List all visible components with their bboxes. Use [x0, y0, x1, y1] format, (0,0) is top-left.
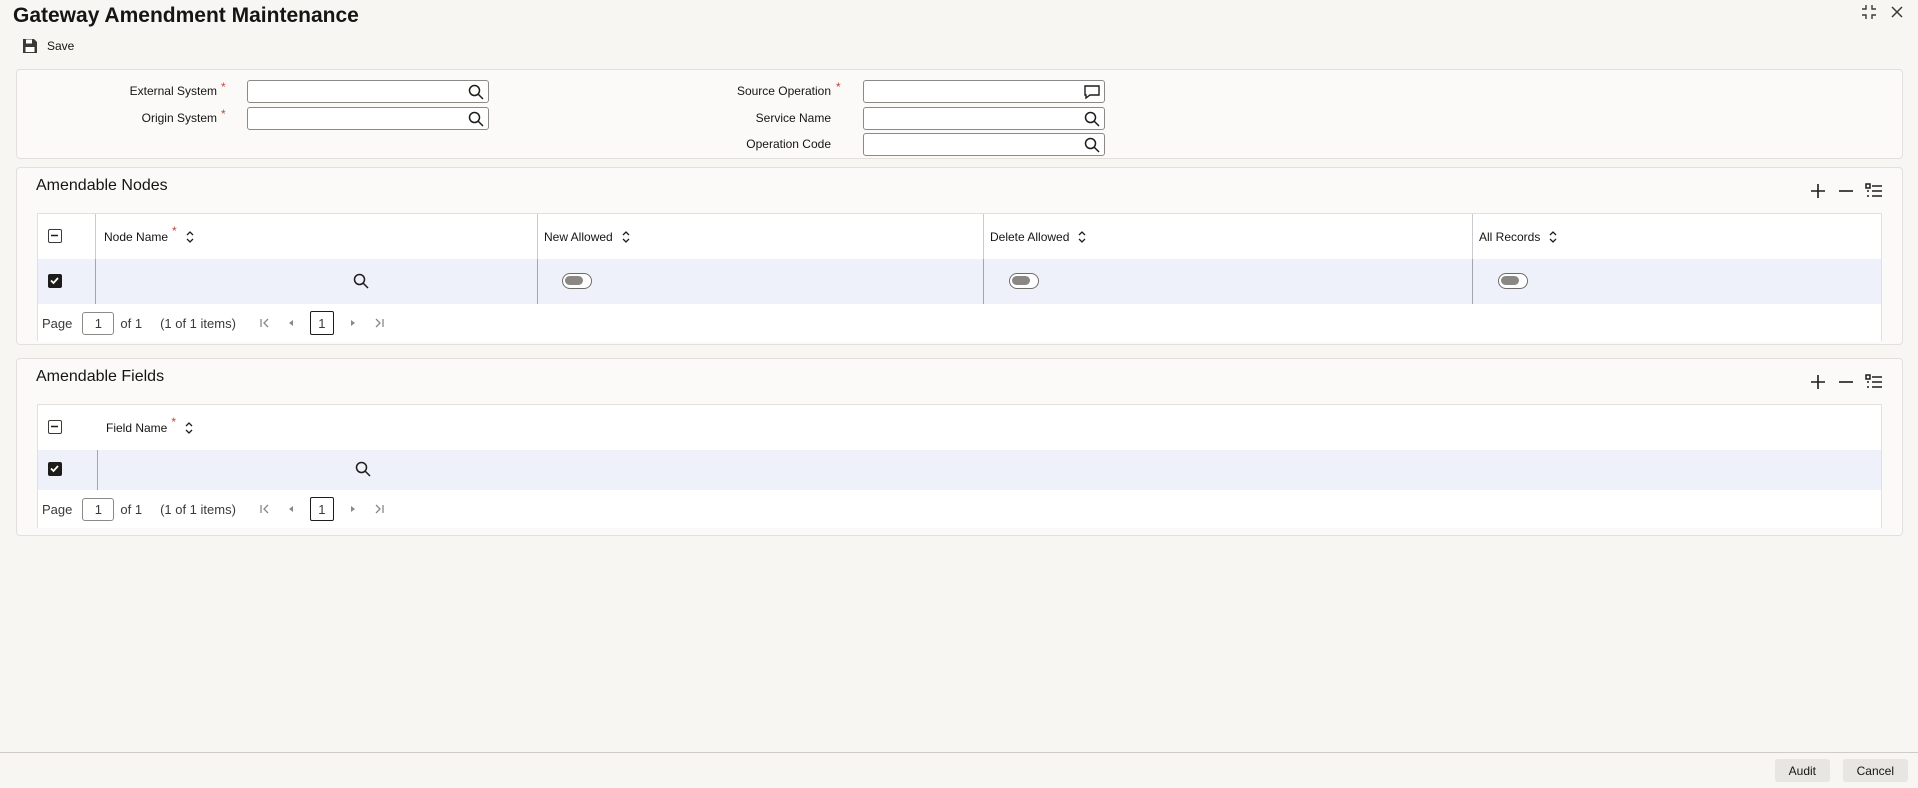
source-operation-label: Source Operation: [736, 84, 831, 98]
save-label: Save: [47, 39, 75, 53]
delete-row-icon[interactable]: [1836, 181, 1856, 201]
single-record-view-icon[interactable]: [1864, 181, 1884, 201]
node-name-search-icon[interactable]: [352, 272, 370, 290]
column-header-new-allowed[interactable]: New Allowed: [544, 214, 631, 259]
page-label: Page: [42, 501, 73, 517]
current-page-button[interactable]: 1: [309, 311, 334, 335]
service-name-input[interactable]: [863, 107, 1105, 130]
add-row-icon[interactable]: [1808, 372, 1828, 392]
items-count: (1 of 1 items): [160, 501, 236, 517]
sort-icon[interactable]: [621, 230, 631, 244]
header-form-panel: External System * Origin System * Source…: [16, 69, 1903, 159]
column-header-node-name[interactable]: Node Name *: [104, 214, 195, 259]
pagination-bar: Page 1 of 1 (1 of 1 items) 1: [38, 304, 1881, 342]
items-count: (1 of 1 items): [160, 315, 236, 331]
first-page-icon[interactable]: [258, 316, 272, 330]
amendable-fields-grid: Field Name * Page 1 of 1 (1 of 1 items) 1: [37, 404, 1882, 528]
sort-icon[interactable]: [1077, 230, 1087, 244]
service-name-label: Service Name: [755, 111, 831, 125]
sort-icon[interactable]: [185, 230, 195, 244]
close-window-icon[interactable]: [1888, 3, 1906, 21]
search-icon[interactable]: [467, 110, 485, 128]
required-mark: *: [221, 80, 226, 94]
grid-header-row: Field Name *: [38, 405, 1881, 451]
row-select-checkbox[interactable]: [48, 462, 62, 476]
new-allowed-toggle[interactable]: [562, 273, 592, 289]
page-label: Page: [42, 315, 73, 331]
column-header-delete-allowed[interactable]: Delete Allowed: [990, 214, 1087, 259]
sort-icon[interactable]: [184, 421, 194, 435]
select-all-checkbox[interactable]: [48, 229, 62, 243]
page-number-input[interactable]: 1: [82, 311, 115, 335]
footer-bar: Audit Cancel: [0, 752, 1918, 788]
search-icon[interactable]: [1083, 110, 1101, 128]
row-select-checkbox[interactable]: [48, 274, 62, 288]
all-records-toggle[interactable]: [1498, 273, 1528, 289]
delete-row-icon[interactable]: [1836, 372, 1856, 392]
comment-icon[interactable]: [1083, 83, 1101, 101]
amendable-fields-panel: Amendable Fields Field Name* Page 1 of: [16, 358, 1903, 536]
page-count: of 1: [120, 501, 143, 517]
single-record-view-icon[interactable]: [1864, 372, 1884, 392]
search-icon[interactable]: [467, 83, 485, 101]
required-mark: *: [836, 80, 841, 94]
operation-code-input[interactable]: [863, 133, 1105, 156]
audit-button[interactable]: Audit: [1774, 759, 1830, 782]
last-page-icon[interactable]: [372, 502, 386, 516]
page-number-input[interactable]: 1: [82, 497, 115, 521]
required-mark: *: [221, 107, 226, 121]
table-row[interactable]: [38, 259, 1881, 305]
save-icon: [23, 39, 37, 53]
amendable-nodes-grid: Node Name * New Allowed Delete Allowed Al…: [37, 213, 1882, 342]
pagination-bar: Page 1 of 1 (1 of 1 items) 1: [38, 490, 1881, 528]
page-count: of 1: [120, 315, 143, 331]
amendable-nodes-panel: Amendable Nodes Node Name * New Allowed D…: [16, 167, 1903, 345]
previous-page-icon[interactable]: [284, 502, 298, 516]
origin-system-input[interactable]: [247, 107, 489, 130]
origin-system-label: Origin System: [141, 111, 217, 125]
sort-icon[interactable]: [1548, 230, 1558, 244]
next-page-icon[interactable]: [346, 316, 360, 330]
current-page-button[interactable]: 1: [309, 497, 334, 521]
save-button[interactable]: Save: [22, 38, 74, 54]
last-page-icon[interactable]: [372, 316, 386, 330]
delete-allowed-toggle[interactable]: [1009, 273, 1039, 289]
minimize-window-icon[interactable]: [1860, 3, 1878, 21]
page-title: Gateway Amendment Maintenance: [13, 4, 359, 27]
column-header-field-name[interactable]: Field Name *: [106, 405, 194, 450]
field-name-search-icon[interactable]: [354, 460, 372, 478]
previous-page-icon[interactable]: [284, 316, 298, 330]
search-icon[interactable]: [1083, 136, 1101, 154]
add-row-icon[interactable]: [1808, 181, 1828, 201]
first-page-icon[interactable]: [258, 502, 272, 516]
select-all-checkbox[interactable]: [48, 420, 62, 434]
grid-header-row: Node Name * New Allowed Delete Allowed Al…: [38, 214, 1881, 260]
table-row[interactable]: [38, 450, 1881, 491]
external-system-label: External System: [129, 84, 217, 98]
operation-code-label: Operation Code: [746, 137, 831, 151]
next-page-icon[interactable]: [346, 502, 360, 516]
source-operation-input[interactable]: [863, 80, 1105, 103]
amendable-fields-title: Amendable Fields: [36, 368, 165, 385]
external-system-input[interactable]: [247, 80, 489, 103]
cancel-button[interactable]: Cancel: [1842, 759, 1908, 782]
amendable-nodes-title: Amendable Nodes: [36, 177, 168, 194]
column-header-all-records[interactable]: All Records: [1479, 214, 1558, 259]
